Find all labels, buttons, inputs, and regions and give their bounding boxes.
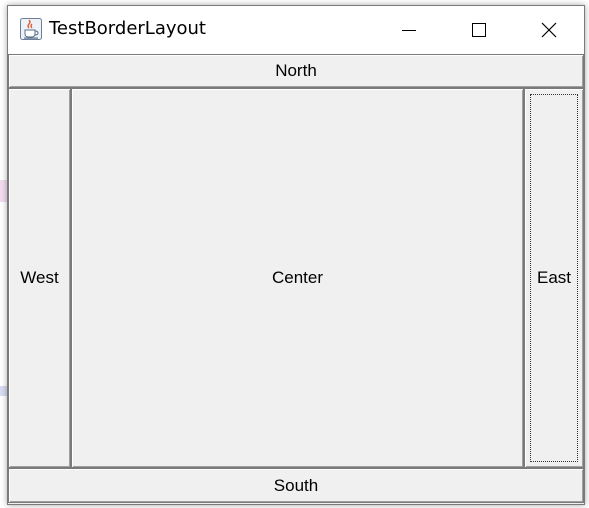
close-icon [541, 22, 557, 38]
background-highlight [0, 386, 7, 396]
title-bar[interactable]: TestBorderLayout [8, 6, 584, 54]
north-button-label: North [275, 61, 317, 80]
background-code-fragment [0, 120, 7, 138]
background-code-fragment [0, 30, 7, 48]
center-button-label: Center [271, 268, 324, 287]
window-title: TestBorderLayout [49, 18, 206, 39]
focus-indicator [530, 94, 578, 462]
minimize-button[interactable] [386, 6, 432, 54]
background-code-fragment [0, 60, 7, 78]
center-button[interactable]: Center [71, 88, 524, 468]
app-window: TestBorderLayout North West Center East … [7, 5, 585, 505]
east-button[interactable]: East [524, 88, 584, 468]
background-code-fragment [0, 300, 7, 318]
background-code-fragment [0, 90, 7, 108]
south-button-label: South [273, 475, 319, 495]
background-code-fragment [0, 150, 7, 168]
background-code-fragment [0, 240, 7, 258]
west-button-label: West [20, 268, 59, 287]
maximize-button[interactable] [456, 6, 502, 54]
background-code-fragment [0, 330, 7, 348]
west-button[interactable]: West [8, 88, 71, 468]
background-code-fragment [0, 360, 7, 378]
maximize-icon [472, 23, 486, 37]
background-code-fragment [0, 270, 7, 288]
north-button[interactable]: North [8, 54, 584, 88]
minimize-icon [402, 30, 416, 31]
content-pane: North West Center East South [8, 54, 584, 504]
south-button[interactable]: South [8, 468, 584, 503]
background-highlight [0, 180, 7, 202]
java-cup-icon[interactable] [20, 18, 42, 40]
close-button[interactable] [526, 6, 572, 54]
